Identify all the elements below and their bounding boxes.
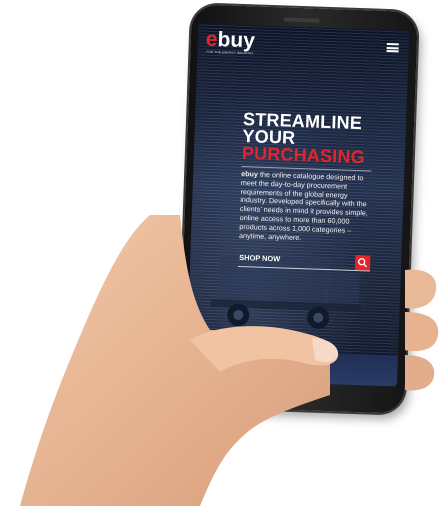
hero-headline: STREAMLINE YOUR PURCHASING	[241, 109, 367, 168]
shop-now-link[interactable]: SHOP NOW	[239, 253, 280, 263]
intro-text: the online catalogue designed to meet th…	[238, 169, 369, 242]
phone-screen: ebuy FOR THE ENERGY INDUSTRY STREAMLINE …	[185, 23, 410, 387]
phone-speaker	[283, 17, 320, 23]
logo-tagline: FOR THE ENERGY INDUSTRY	[206, 49, 254, 56]
hamburger-menu-icon[interactable]	[386, 42, 399, 53]
photo-scene: ebuy FOR THE ENERGY INDUSTRY STREAMLINE …	[0, 0, 441, 506]
logo-e: e	[205, 27, 218, 52]
ebuy-logo[interactable]: ebuy FOR THE ENERGY INDUSTRY	[205, 27, 256, 56]
smartphone: ebuy FOR THE ENERGY INDUSTRY STREAMLINE …	[178, 4, 418, 414]
logo-buy: buy	[217, 28, 256, 53]
headline-line-3: PURCHASING	[241, 143, 366, 168]
intro-paragraph: ebuy the online catalogue designed to me…	[238, 169, 373, 245]
screen-bottom-band	[185, 348, 398, 387]
device-maker-logo: LG	[274, 387, 293, 400]
global-offices-tab[interactable]: GLOBAL OFFICES	[202, 336, 259, 349]
search-button[interactable]	[354, 255, 371, 271]
search-icon	[358, 258, 368, 268]
